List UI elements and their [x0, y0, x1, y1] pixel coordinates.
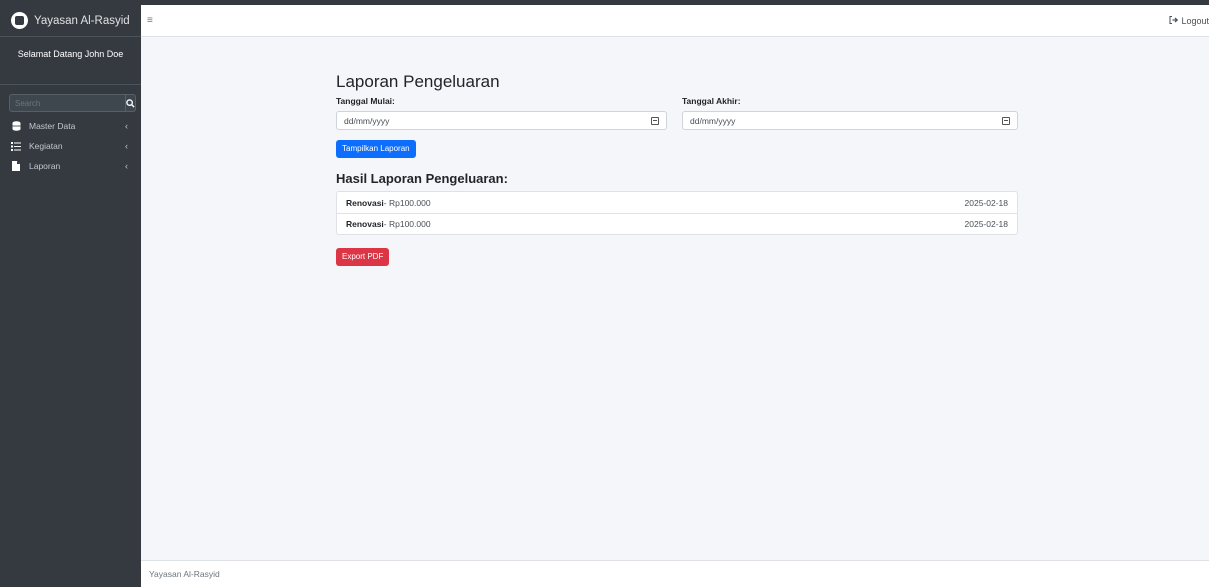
list-icon [11, 141, 21, 151]
logout-icon [1169, 16, 1179, 26]
start-date-placeholder: dd/mm/yyyy [344, 115, 390, 126]
page-title: Laporan Pengeluaran [336, 72, 500, 91]
footer: Yayasan Al-Rasyid [141, 560, 1209, 587]
item-amount: - Rp100.000 [383, 219, 431, 229]
file-icon [11, 161, 21, 171]
result-title: Hasil Laporan Pengeluaran: [336, 171, 508, 186]
search-button[interactable] [125, 94, 136, 112]
start-date-input[interactable]: dd/mm/yyyy [336, 111, 667, 130]
end-date-group: Tanggal Akhir: dd/mm/yyyy [682, 95, 1018, 130]
sidebar-nav: Master Data ‹ Kegiatan ‹ Laporan ‹ [0, 116, 141, 176]
report-content: Laporan Pengeluaran Tanggal Mulai: dd/mm… [336, 72, 1018, 266]
footer-text: Yayasan Al-Rasyid [149, 569, 220, 579]
top-navbar: ≡ Logout [141, 5, 1209, 37]
search-icon [126, 98, 135, 108]
calendar-icon[interactable] [1002, 116, 1010, 125]
list-item: Renovasi - Rp100.000 2025-02-18 [337, 213, 1017, 234]
logout-link[interactable]: Logout [1169, 16, 1209, 26]
calendar-icon[interactable] [651, 116, 659, 125]
start-date-label: Tanggal Mulai: [336, 96, 395, 106]
brand-name: Yayasan Al-Rasyid [34, 14, 130, 27]
user-panel: Selamat Datang John Doe [0, 37, 141, 85]
end-date-label: Tanggal Akhir: [682, 96, 741, 106]
list-item: Renovasi - Rp100.000 2025-02-18 [337, 192, 1017, 213]
start-date-group: Tanggal Mulai: dd/mm/yyyy [336, 95, 667, 130]
sidebar-item-label: Laporan [29, 161, 61, 171]
brand-link[interactable]: Yayasan Al-Rasyid [0, 5, 141, 37]
end-date-input[interactable]: dd/mm/yyyy [682, 111, 1018, 130]
show-report-button[interactable]: Tampilkan Laporan [336, 140, 416, 158]
sidebar-item-label: Master Data [29, 121, 76, 131]
end-date-placeholder: dd/mm/yyyy [690, 115, 736, 126]
sidebar-item-kegiatan[interactable]: Kegiatan ‹ [0, 136, 141, 156]
export-pdf-button[interactable]: Export PDF [336, 248, 390, 266]
sidebar-item-label: Kegiatan [29, 141, 63, 151]
chevron-left-icon: ‹ [125, 161, 128, 171]
brand-logo-icon [11, 12, 28, 29]
sidebar-item-laporan[interactable]: Laporan ‹ [0, 156, 141, 176]
sidebar: Yayasan Al-Rasyid Selamat Datang John Do… [0, 5, 141, 587]
item-name: Renovasi [346, 219, 384, 229]
sidebar-search [9, 94, 136, 112]
item-date: 2025-02-18 [964, 219, 1008, 229]
item-amount: - Rp100.000 [383, 197, 431, 208]
logout-label: Logout [1181, 16, 1209, 26]
search-input[interactable] [9, 94, 125, 112]
item-name: Renovasi [346, 197, 384, 208]
date-range-form: Tanggal Mulai: dd/mm/yyyy Tanggal Akhir:… [336, 95, 1018, 130]
result-list: Renovasi - Rp100.000 2025-02-18 Renovasi… [336, 191, 1018, 235]
item-date: 2025-02-18 [964, 197, 1008, 208]
database-icon [11, 121, 21, 131]
welcome-text: Selamat Datang John Doe [17, 49, 124, 59]
chevron-left-icon: ‹ [125, 141, 128, 151]
hamburger-icon[interactable]: ≡ [147, 15, 153, 26]
sidebar-item-master-data[interactable]: Master Data ‹ [0, 116, 141, 136]
chevron-left-icon: ‹ [125, 121, 128, 131]
